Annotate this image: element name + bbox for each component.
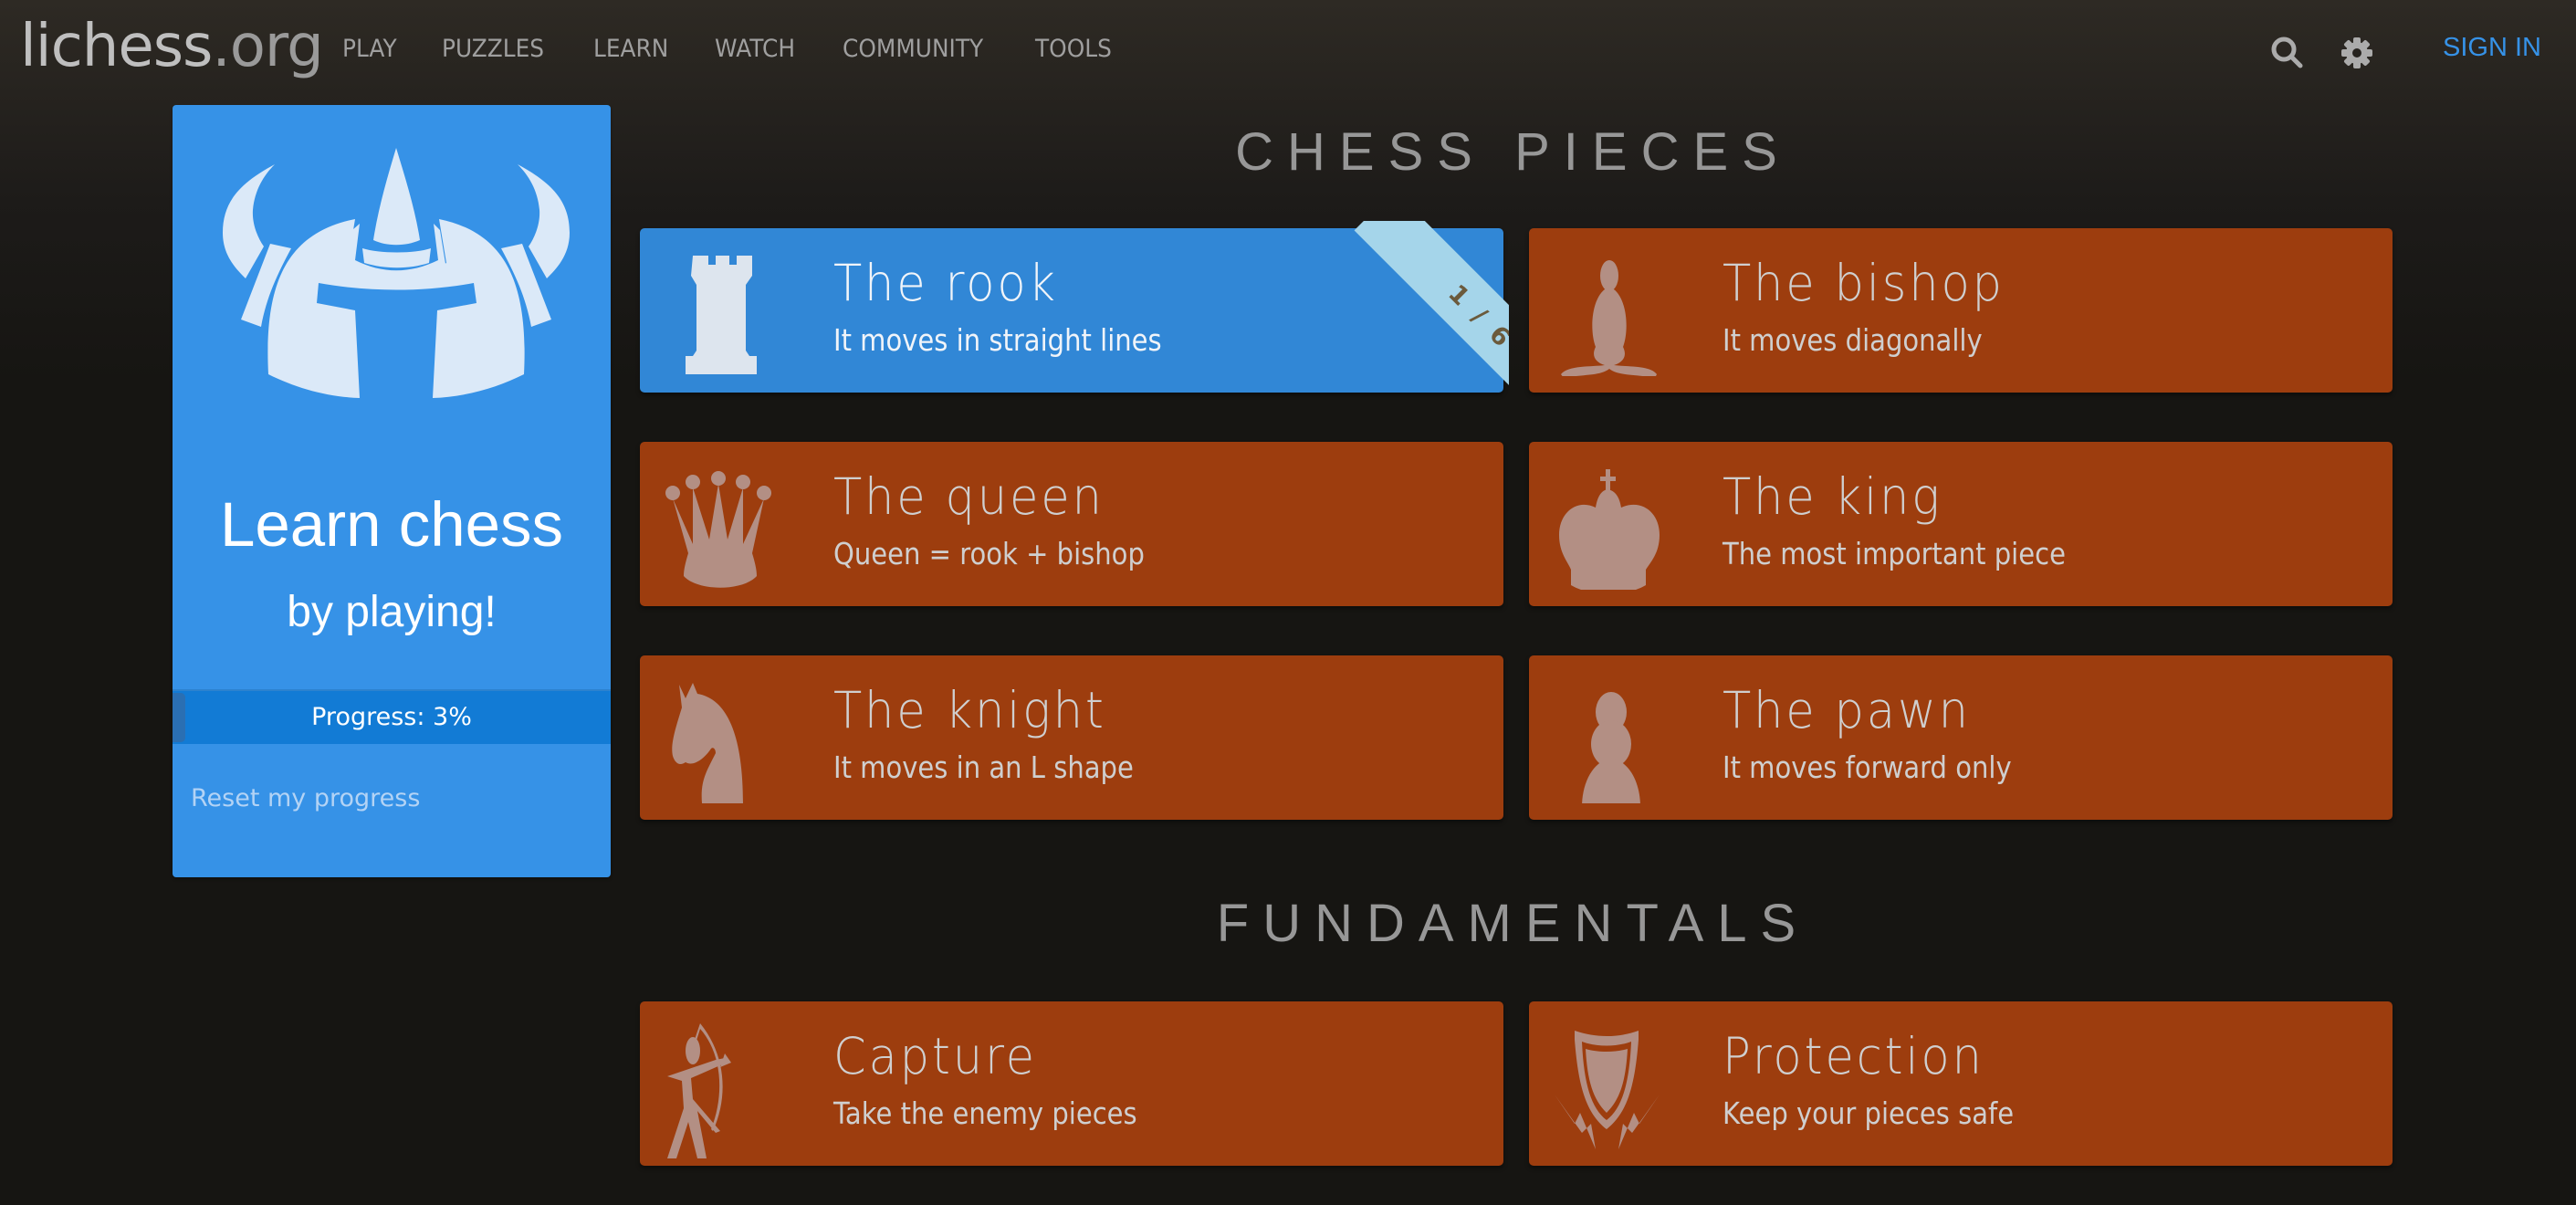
section-title-fundamentals: FUNDAMENTALS bbox=[1216, 894, 1810, 953]
archer-icon bbox=[665, 1022, 775, 1158]
stage-title: Capture bbox=[833, 1027, 1037, 1085]
gear-icon bbox=[2341, 37, 2372, 68]
stage-title: Protection bbox=[1723, 1027, 1984, 1085]
shield-icon bbox=[1555, 1022, 1664, 1149]
stage-card-rook[interactable]: The rook It moves in straight lines 1 / … bbox=[640, 221, 1509, 393]
sign-in-link[interactable]: SIGN IN bbox=[2443, 33, 2541, 63]
queen-icon bbox=[665, 462, 775, 590]
progress-bar: Progress: 3% bbox=[173, 689, 611, 744]
logo-tld: .org bbox=[212, 13, 323, 80]
main-nav: PLAY PUZZLES LEARN WATCH COMMUNITY TOOLS bbox=[342, 35, 1159, 63]
bishop-icon bbox=[1555, 248, 1664, 378]
stage-title: The bishop bbox=[1723, 254, 2005, 312]
stage-title: The king bbox=[1723, 467, 1942, 526]
nav-tools[interactable]: TOOLS bbox=[1035, 35, 1112, 63]
stage-card-pawn[interactable]: The pawn It moves forward only bbox=[1529, 655, 2393, 820]
learn-sidebar: Learn chess by playing! Progress: 3% Res… bbox=[173, 105, 611, 877]
stage-card-bishop[interactable]: The bishop It moves diagonally bbox=[1529, 228, 2393, 393]
nav-puzzles[interactable]: PUZZLES bbox=[442, 35, 544, 63]
viking-helmet-icon bbox=[223, 148, 570, 398]
stage-subtitle: Queen = rook + bishop bbox=[833, 536, 1145, 571]
nav-community[interactable]: COMMUNITY bbox=[843, 35, 983, 63]
nav-learn[interactable]: LEARN bbox=[593, 35, 668, 63]
stage-subtitle: It moves diagonally bbox=[1723, 322, 1983, 358]
rook-icon bbox=[665, 248, 775, 376]
reset-progress-link[interactable]: Reset my progress bbox=[191, 784, 420, 812]
stage-subtitle: It moves in an L shape bbox=[833, 749, 1134, 785]
nav-watch[interactable]: WATCH bbox=[715, 35, 795, 63]
section-title-chess-pieces: CHESS PIECES bbox=[1235, 122, 1791, 182]
stage-title: The queen bbox=[833, 467, 1105, 526]
stage-subtitle: It moves forward only bbox=[1723, 749, 2012, 785]
lichess-logo[interactable]: lichess.org bbox=[20, 13, 324, 80]
stage-progress-ribbon: 1 / 6 bbox=[1354, 221, 1509, 385]
sidebar-subtitle: by playing! bbox=[287, 588, 497, 636]
sidebar-title: Learn chess bbox=[220, 489, 563, 560]
ribbon-text: 1 / 6 bbox=[1442, 278, 1509, 355]
stage-title: The knight bbox=[833, 681, 1106, 739]
stage-card-knight[interactable]: The knight It moves in an L shape bbox=[640, 655, 1503, 820]
settings-button[interactable] bbox=[2339, 35, 2375, 71]
stage-card-king[interactable]: The king The most important piece bbox=[1529, 442, 2393, 606]
pawn-icon bbox=[1555, 676, 1664, 807]
progress-label: Progress: 3% bbox=[311, 703, 472, 731]
nav-play[interactable]: PLAY bbox=[342, 35, 397, 63]
stage-subtitle: The most important piece bbox=[1723, 536, 2066, 571]
stage-title: The pawn bbox=[1723, 681, 1971, 739]
stage-card-queen[interactable]: The queen Queen = rook + bishop bbox=[640, 442, 1503, 606]
stage-subtitle: Take the enemy pieces bbox=[833, 1095, 1137, 1131]
stage-subtitle: It moves in straight lines bbox=[833, 322, 1162, 358]
stage-subtitle: Keep your pieces safe bbox=[1723, 1095, 2015, 1131]
search-icon bbox=[2271, 37, 2303, 68]
stage-card-protection[interactable]: Protection Keep your pieces safe bbox=[1529, 1001, 2393, 1166]
stage-title: The rook bbox=[833, 254, 1058, 312]
logo-main: lichess bbox=[20, 13, 213, 80]
king-icon bbox=[1555, 462, 1664, 594]
search-button[interactable] bbox=[2269, 35, 2306, 71]
stage-card-capture[interactable]: Capture Take the enemy pieces bbox=[640, 1001, 1503, 1166]
knight-icon bbox=[665, 676, 775, 803]
